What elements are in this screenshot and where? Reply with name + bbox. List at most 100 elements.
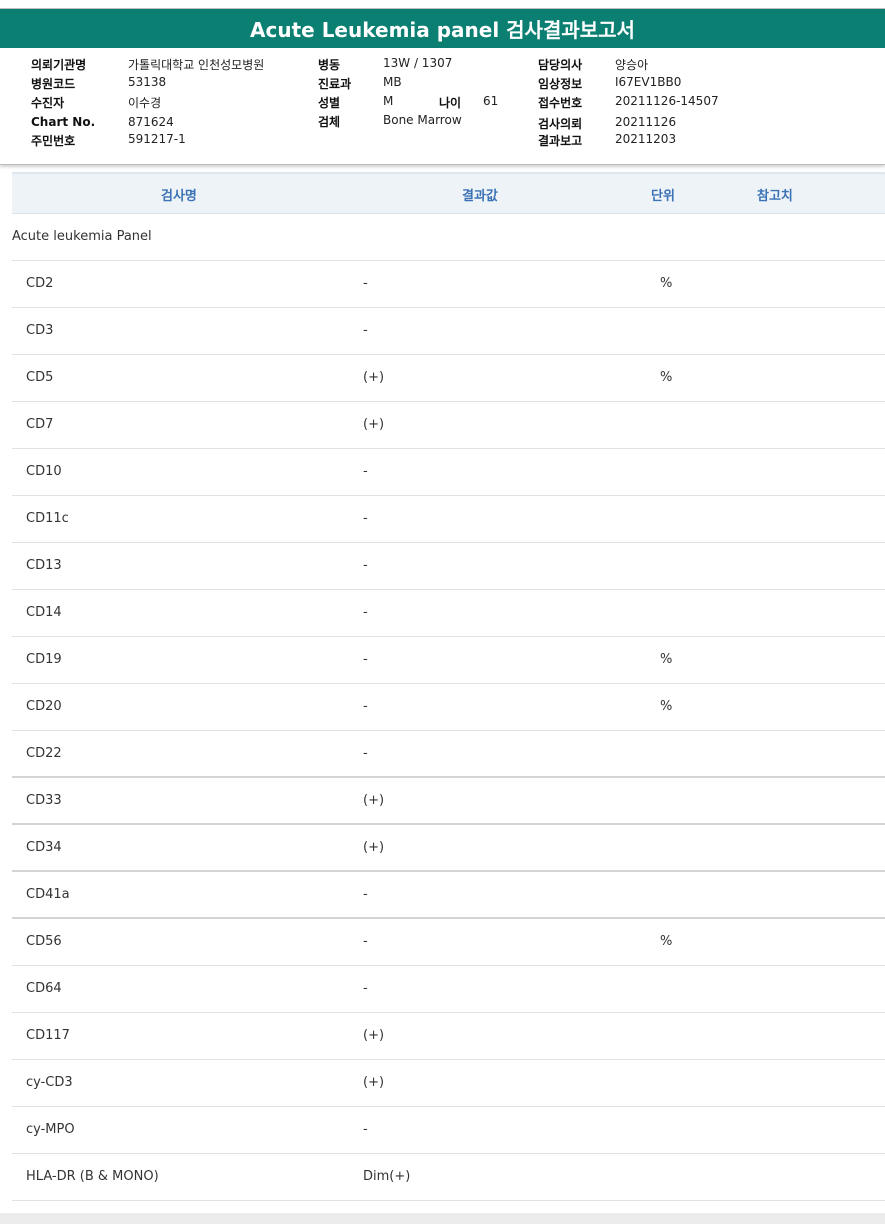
table-row: CD56 -% — [12, 919, 885, 966]
section-title: Acute leukemia Panel — [12, 229, 152, 244]
info-label-doctor: 담당의사 — [538, 58, 583, 72]
table-row: CD117 (+) — [12, 1013, 885, 1060]
info-value-ward: 13W / 1307 — [383, 56, 453, 70]
info-value-chart-no: 871624 — [128, 115, 174, 129]
table-row: CD19 -% — [12, 637, 885, 684]
info-value-department: MB — [383, 75, 402, 89]
info-value-request-date: 20211126 — [615, 115, 677, 129]
section-row: Acute leukemia Panel — [12, 214, 885, 261]
cell-result: - — [363, 605, 368, 620]
table-row: CD11c - — [12, 496, 885, 543]
table-row: CD7 (+) — [12, 402, 885, 449]
cell-test-name: CD10 — [26, 464, 62, 479]
cell-test-name: CD56 — [26, 934, 62, 949]
info-label-receipt-no: 접수번호 — [538, 96, 583, 110]
info-label-department: 진료과 — [318, 77, 352, 91]
info-value-receipt-no: 20211126-14507 — [615, 94, 719, 108]
table-row: CD20 -% — [12, 684, 885, 731]
cell-result: (+) — [363, 1075, 385, 1090]
table-row: CD64 - — [12, 966, 885, 1013]
cell-test-name: CD19 — [26, 652, 62, 667]
table-row: HLA-DR (B & MONO) Dim(+) — [12, 1154, 885, 1201]
report-title: Acute Leukemia panel 검사결과보고서 — [0, 8, 885, 48]
info-label-request-date: 검사의뢰 — [538, 117, 583, 131]
cell-result: - — [363, 511, 368, 526]
cell-unit: % — [660, 699, 673, 714]
table-row: CD14 - — [12, 590, 885, 637]
cell-test-name: CD33 — [26, 793, 62, 808]
cell-test-name: CD11c — [26, 511, 69, 526]
cell-result: - — [363, 558, 368, 573]
cell-result: - — [363, 934, 368, 949]
table-row: CD41a - — [12, 872, 885, 919]
info-label-sex: 성별 — [318, 96, 341, 110]
info-label-ward: 병동 — [318, 58, 341, 72]
table-body: CD2-% CD3- CD5 (+)% CD7 (+) CD10- CD11c - CD13- CD… — [12, 261, 885, 1201]
info-value-report-date: 20211203 — [615, 132, 677, 146]
table-row: CD5 (+)% — [12, 355, 885, 402]
info-value-patient: 이수경 — [128, 96, 162, 110]
cell-unit: % — [660, 652, 673, 667]
info-value-institution: 가톨릭대학교 인천성모병원 — [128, 58, 265, 72]
cell-result: - — [363, 746, 368, 761]
info-value-clinical-info: I67EV1BB0 — [615, 75, 682, 89]
cell-result: - — [363, 1122, 368, 1137]
table-row: CD10 - — [12, 449, 885, 496]
info-label-specimen: 검체 — [318, 115, 341, 129]
cell-test-name: CD117 — [26, 1028, 70, 1043]
info-label-report-date: 결과보고 — [538, 134, 583, 148]
patient-info-panel: 의뢰기관명 가톨릭대학교 인천성모병원 병원코드 53138 수진자 이수경 C… — [0, 48, 885, 165]
cell-result: - — [363, 887, 368, 902]
cell-result: - — [363, 464, 368, 479]
table-row: cy-CD3 (+) — [12, 1060, 885, 1107]
cell-test-name: CD64 — [26, 981, 62, 996]
cell-result: (+) — [363, 1028, 385, 1043]
info-value-resident-no: 591217-1 — [128, 132, 186, 146]
cell-result: (+) — [363, 370, 385, 385]
cell-test-name: cy-CD3 — [26, 1075, 73, 1090]
cell-test-name: CD13 — [26, 558, 62, 573]
cell-test-name: CD20 — [26, 699, 62, 714]
info-label-hospital-code: 병원코드 — [31, 77, 76, 91]
table-row: CD34 (+) — [12, 825, 885, 872]
info-value-hospital-code: 53138 — [128, 75, 167, 89]
cell-unit: % — [660, 934, 673, 949]
cell-result: - — [363, 699, 368, 714]
info-value-doctor: 양승아 — [615, 58, 649, 72]
info-label-institution: 의뢰기관명 — [31, 58, 87, 72]
cell-unit: % — [660, 370, 673, 385]
cell-unit: % — [660, 276, 673, 291]
cell-result: - — [363, 323, 368, 338]
info-value-age: 61 — [483, 94, 499, 108]
cell-result: (+) — [363, 840, 385, 855]
cell-test-name: CD3 — [26, 323, 54, 338]
table-row: cy-MPO - — [12, 1107, 885, 1154]
cell-test-name: CD14 — [26, 605, 62, 620]
cell-test-name: CD5 — [26, 370, 54, 385]
cell-result: - — [363, 981, 368, 996]
table-header: 검사명 결과값 단위 참고치 — [12, 172, 885, 214]
info-label-resident-no: 주민번호 — [31, 134, 76, 148]
table-row: CD2 -% — [12, 261, 885, 308]
cell-result: - — [363, 652, 368, 667]
info-label-age: 나이 — [439, 96, 462, 110]
cell-test-name: cy-MPO — [26, 1122, 75, 1137]
table-row: CD13 - — [12, 543, 885, 590]
footer-bar — [0, 1213, 885, 1224]
cell-test-name: CD22 — [26, 746, 62, 761]
header-result: 결과값 — [462, 189, 498, 204]
cell-test-name: CD34 — [26, 840, 62, 855]
cell-result: (+) — [363, 793, 385, 808]
header-unit: 단위 — [651, 189, 675, 204]
cell-test-name: CD7 — [26, 417, 54, 432]
info-label-chart-no: Chart No. — [31, 115, 96, 129]
cell-result: - — [363, 276, 368, 291]
table-row: CD3 - — [12, 308, 885, 355]
info-value-specimen: Bone Marrow — [383, 113, 462, 127]
table-row: CD22 - — [12, 731, 885, 778]
info-value-sex: M — [383, 94, 394, 108]
cell-result: Dim(+) — [363, 1169, 411, 1184]
info-label-clinical-info: 임상정보 — [538, 77, 583, 91]
table-row: CD33 (+) — [12, 778, 885, 825]
cell-test-name: HLA-DR (B & MONO) — [26, 1169, 159, 1184]
